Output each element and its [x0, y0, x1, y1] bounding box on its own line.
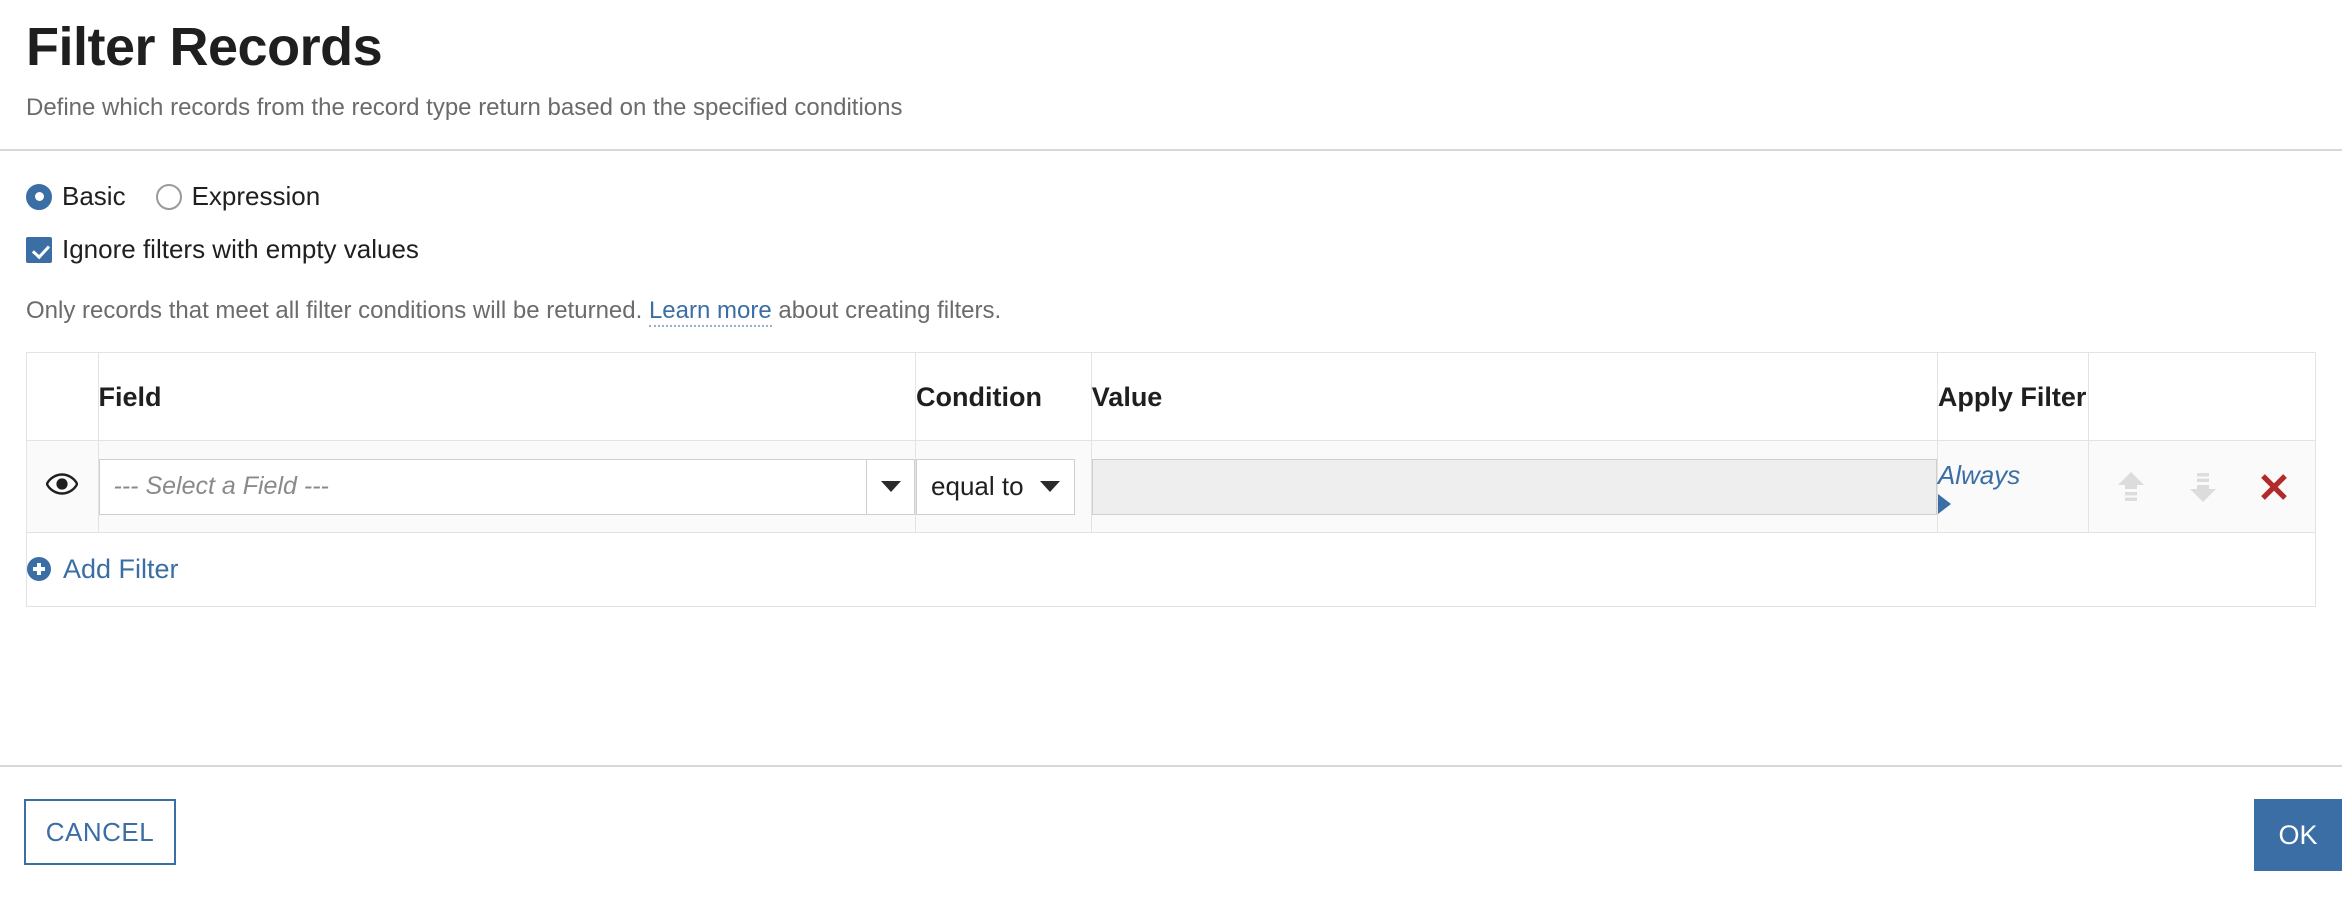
radio-basic-indicator[interactable]	[26, 183, 52, 210]
filter-help-text: Only records that meet all filter condit…	[26, 297, 2316, 328]
apply-filter-link[interactable]: Always	[1938, 460, 2088, 491]
page-title: Filter Records	[26, 17, 383, 77]
move-down-icon[interactable]	[2186, 469, 2220, 505]
radio-expression-label: Expression	[191, 181, 321, 212]
field-select-placeholder: --- Select a Field ---	[113, 472, 329, 501]
row-condition-cell: equal to	[915, 440, 1092, 534]
column-header-value: Value	[1090, 352, 1938, 442]
delete-icon[interactable]	[2258, 471, 2290, 503]
add-filter-cell: Add Filter	[26, 532, 2316, 608]
column-header-field: Field	[97, 352, 917, 442]
expand-right-icon[interactable]	[1937, 494, 1951, 515]
page-subtitle: Define which records from the record typ…	[26, 94, 903, 122]
options-section: Basic Expression Ignore filters with emp…	[0, 151, 2342, 328]
field-select[interactable]: --- Select a Field ---	[98, 458, 916, 515]
condition-select[interactable]: equal to	[916, 458, 1075, 515]
ok-button[interactable]: OK	[2254, 799, 2342, 871]
filters-table-head: Field Condition Value Apply Filter	[26, 352, 2316, 442]
help-text-after: about creating filters.	[771, 297, 1002, 325]
row-apply-filter-cell: Always	[1936, 440, 2090, 534]
row-visibility-cell	[26, 440, 99, 534]
filter-mode-radio-group: Basic Expression	[26, 181, 2316, 212]
checkbox-indicator[interactable]	[26, 236, 52, 263]
row-value-cell	[1090, 440, 1938, 534]
learn-more-link[interactable]: Learn more	[648, 297, 772, 328]
radio-expression-indicator[interactable]	[155, 183, 182, 210]
plus-circle-icon	[27, 557, 51, 582]
cancel-button[interactable]: CANCEL	[24, 799, 176, 865]
column-header-actions	[2088, 352, 2316, 442]
table-row: --- Select a Field --- equal to Always	[26, 440, 2316, 534]
filters-table-container: Field Condition Value Apply Filter --- S…	[0, 325, 2342, 608]
row-actions-cell	[2088, 440, 2316, 534]
radio-option-expression[interactable]: Expression	[155, 181, 321, 212]
move-up-icon[interactable]	[2114, 469, 2148, 505]
condition-select-value: equal to	[931, 471, 1024, 502]
column-header-condition: Condition	[915, 352, 1092, 442]
value-input[interactable]	[1091, 458, 1937, 515]
ignore-empty-values-label: Ignore filters with empty values	[62, 234, 419, 265]
field-select-chevron[interactable]	[866, 459, 914, 514]
add-filter-label: Add Filter	[63, 553, 179, 584]
dialog-footer: CANCEL OK	[0, 767, 2342, 898]
filters-table: Field Condition Value Apply Filter --- S…	[26, 352, 2316, 608]
add-filter-button[interactable]: Add Filter	[27, 554, 179, 585]
chevron-down-icon	[880, 481, 901, 493]
ignore-empty-values-checkbox[interactable]: Ignore filters with empty values	[26, 234, 2316, 265]
column-header-apply-filter: Apply Filter	[1936, 352, 2090, 442]
radio-option-basic[interactable]: Basic	[26, 181, 126, 212]
dialog-header: Filter Records Define which records from…	[0, 0, 2342, 123]
add-filter-row: Add Filter	[26, 532, 2316, 608]
column-header-visibility	[26, 352, 99, 442]
filters-table-body: --- Select a Field --- equal to Always A…	[26, 440, 2316, 608]
table-header-row: Field Condition Value Apply Filter	[26, 352, 2316, 442]
radio-basic-label: Basic	[62, 181, 126, 212]
row-action-buttons	[2089, 469, 2315, 505]
eye-icon[interactable]	[45, 473, 79, 496]
help-text-before: Only records that meet all filter condit…	[26, 297, 649, 325]
row-field-cell: --- Select a Field ---	[97, 440, 917, 534]
chevron-down-icon	[1039, 481, 1060, 493]
